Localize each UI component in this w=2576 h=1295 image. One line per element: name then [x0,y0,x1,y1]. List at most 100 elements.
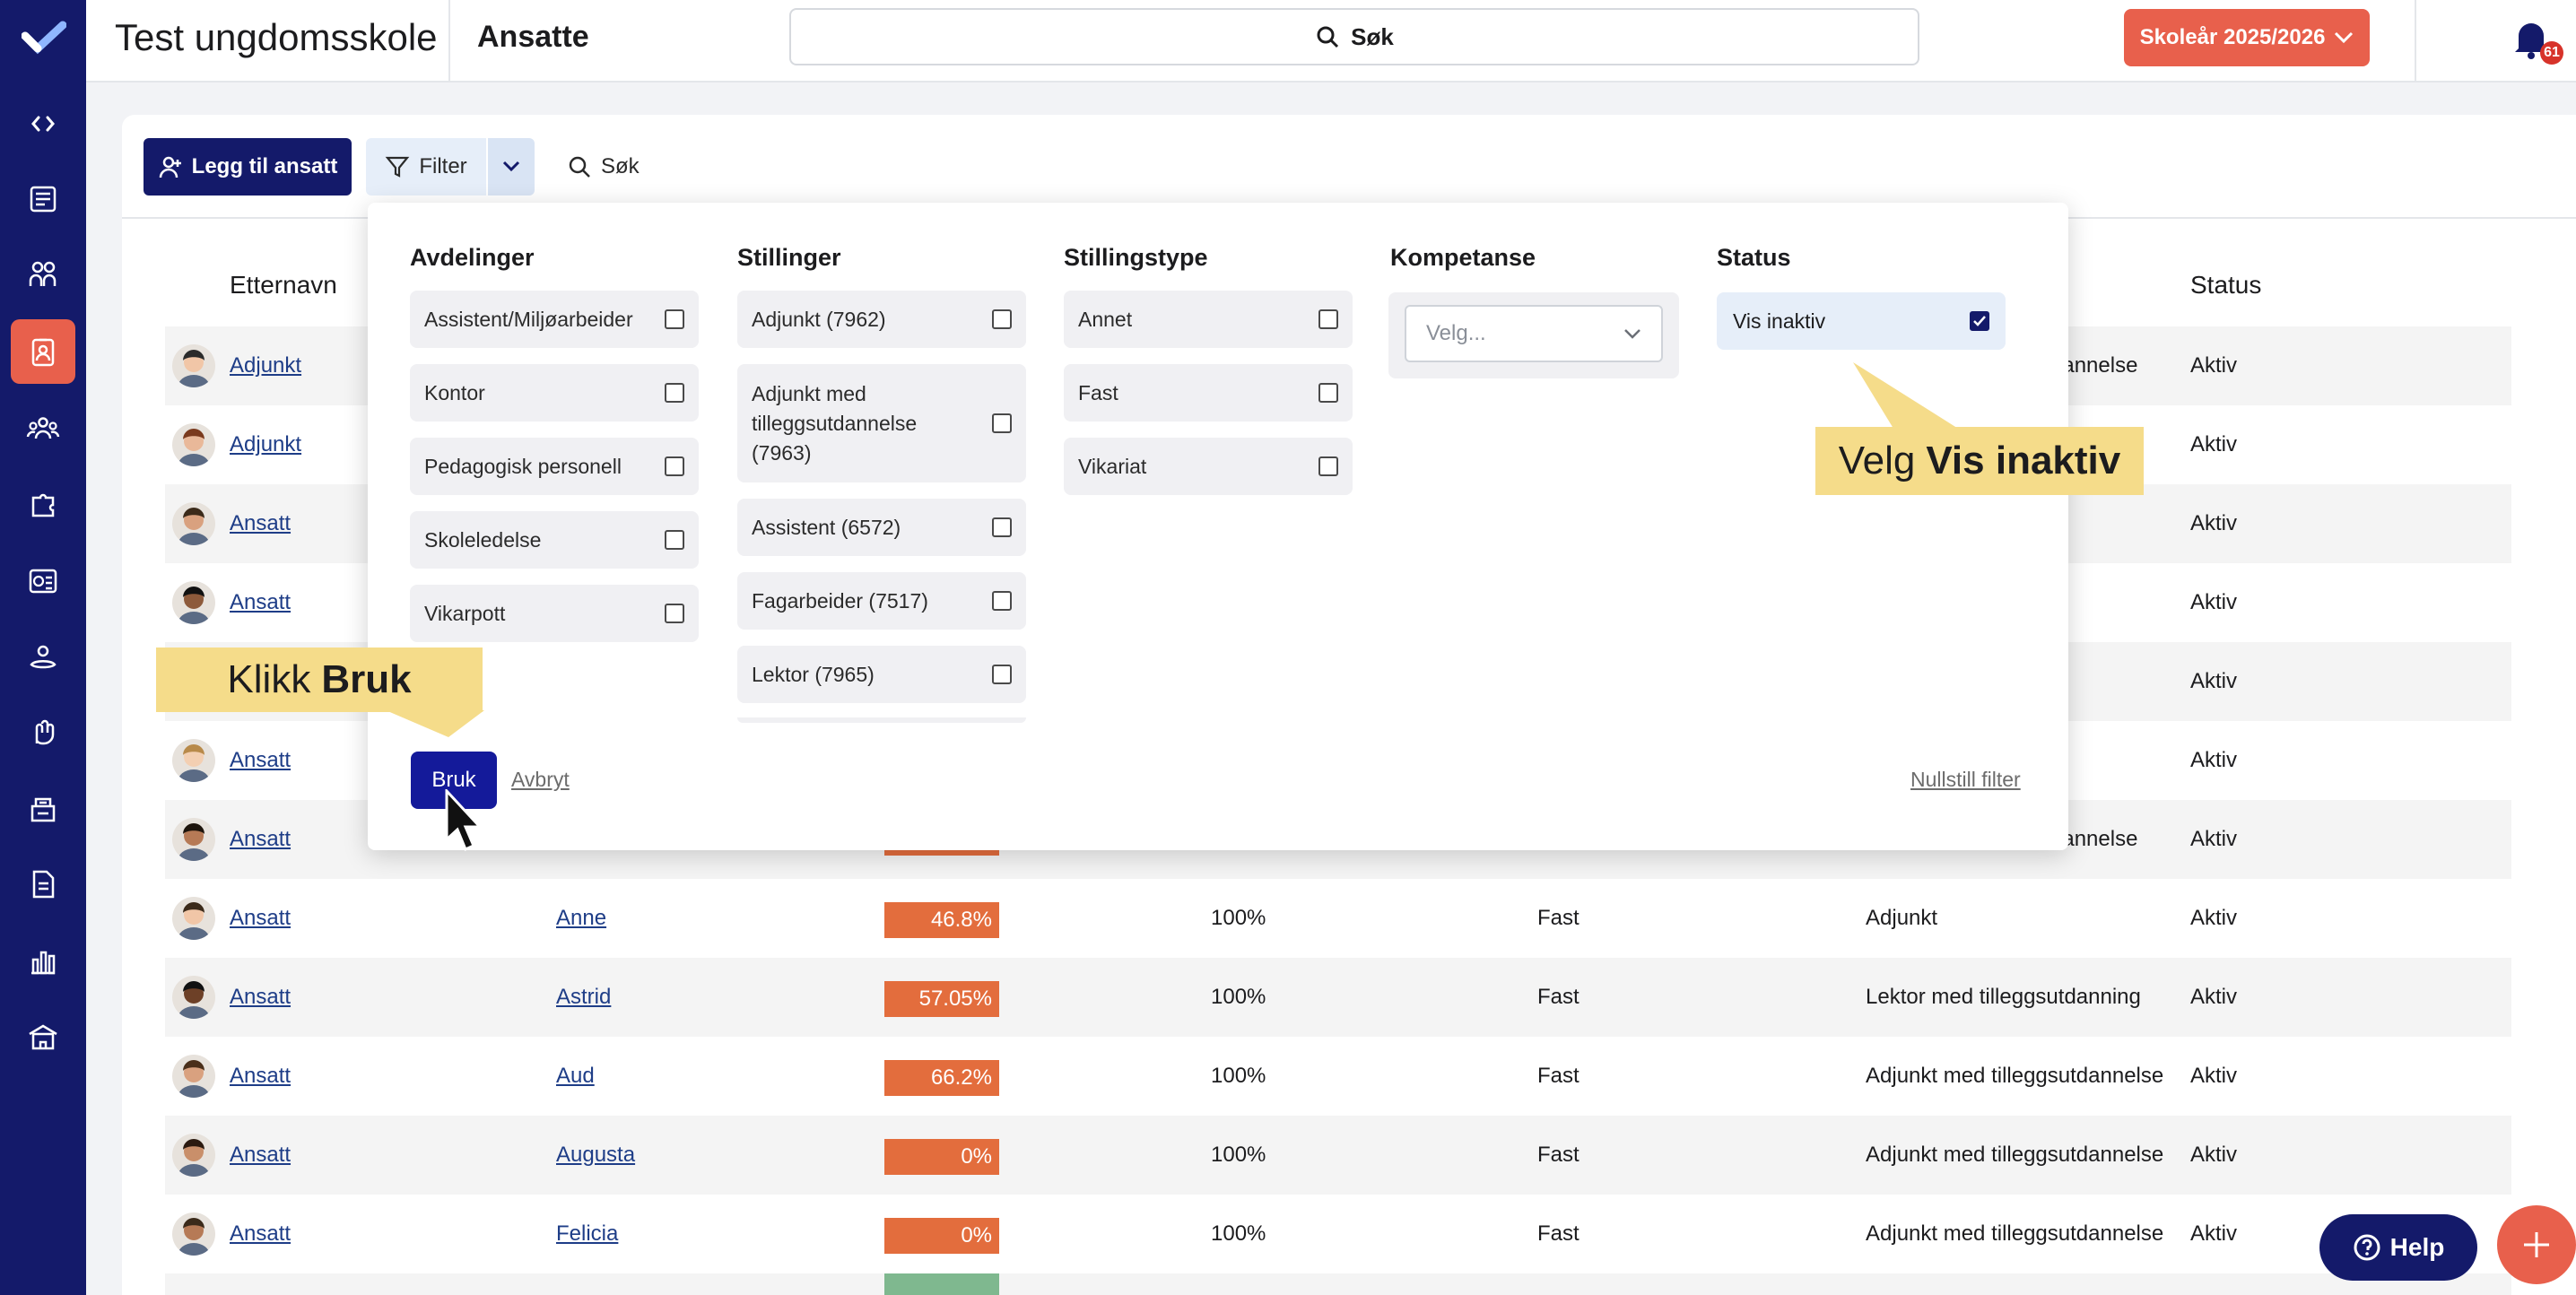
checkbox-checked[interactable] [1970,311,1989,331]
competence: Lektor med tilleggsutdanning [1866,985,2141,1009]
lastname-link[interactable]: Ansatt [230,511,291,536]
filter-option-label: Lektor (7965) [752,662,875,686]
column-header-status[interactable]: Status [2190,271,2261,300]
tooltip-bold: Bruk [321,657,412,701]
column-header-lastname[interactable]: Etternavn [230,271,337,300]
workload-bar: 0% [884,1139,999,1175]
school-year-label: Skoleår 2025/2026 [2139,25,2326,49]
lastname-link[interactable]: Ansatt [230,1143,291,1168]
checkbox[interactable] [665,530,684,550]
checkbox[interactable] [992,413,1012,433]
lastname-link[interactable]: Ansatt [230,1064,291,1089]
table-row[interactable]: Ansatt Aud 66.2% 100% Fast Adjunkt med tilleg… [165,1037,2511,1116]
schedule-icon[interactable] [11,549,75,613]
reset-filter-link[interactable]: Nullstill filter [1910,768,2021,792]
groups-icon[interactable] [11,396,75,461]
filter-option-stillingstype[interactable]: Annet [1064,291,1353,348]
bar-chart-icon[interactable] [11,929,75,994]
filter-button[interactable]: Filter [366,138,486,196]
filter-option-stillingstype[interactable]: Vikariat [1064,438,1353,495]
employee-avatar [172,897,215,940]
lastname-link[interactable]: Ansatt [230,985,291,1010]
table-row[interactable] [165,1273,2511,1295]
competence: Adjunkt med tilleggsutdannelse [1866,1221,2164,1246]
lastname-link[interactable]: Ansatt [230,827,291,852]
firstname-link[interactable]: Felicia [556,1221,618,1247]
cancel-link[interactable]: Avbryt [511,768,570,792]
employee-avatar [172,976,215,1019]
filter-option-label: Adjunkt med tilleggsutdannelse (7963) [752,381,918,465]
filter-option-avdeling[interactable]: Pedagogisk personell [410,438,699,495]
lastname-link[interactable]: Ansatt [230,1221,291,1247]
firstname-link[interactable]: Astrid [556,985,611,1010]
table-row[interactable]: Ansatt Astrid 57.05% 100% Fast Lektor med til… [165,958,2511,1037]
kompetanse-placeholder: Velg... [1426,321,1486,345]
global-search-input[interactable]: Søk [789,8,1919,65]
employee-badge-icon[interactable] [11,319,75,384]
lastname-link[interactable]: Adjunkt [230,353,301,378]
tooltip-bruk: Klikk Bruk [156,648,483,712]
checkbox[interactable] [665,383,684,403]
add-employee-button[interactable]: Legg til ansatt [144,138,352,196]
employment-type: Fast [1537,1143,1580,1167]
checkbox[interactable] [992,665,1012,684]
workload-bar: 46.8% [884,902,999,938]
filter-option-vis-inaktiv[interactable]: Vis inaktiv [1717,292,2006,350]
tooltip-prefix: Klikk [227,657,311,701]
checkbox[interactable] [1318,456,1338,476]
lastname-link[interactable]: Adjunkt [230,432,301,457]
checkbox[interactable] [992,591,1012,611]
filter-option-avdeling[interactable]: Assistent/Miljøarbeider [410,291,699,348]
lastname-link[interactable]: Ansatt [230,748,291,773]
filter-option-stilling[interactable]: Assistent (6572) [737,499,1026,556]
kompetanse-select[interactable]: Velg... [1405,305,1663,362]
person-location-icon[interactable] [11,624,75,689]
filter-dropdown-toggle[interactable] [488,138,535,196]
status-text: Aktiv [2190,827,2238,851]
filter-option-stilling[interactable]: Adjunkt (7962) [737,291,1026,348]
app-logo-icon[interactable] [22,20,66,56]
employee-avatar [172,423,215,466]
top-bar: Test ungdomsskole Ansatte Søk Skoleår 20… [86,0,2576,83]
table-row[interactable]: Ansatt Felicia 0% 100% Fast Adjunkt med tille… [165,1195,2511,1273]
help-button[interactable]: Help [2319,1214,2477,1281]
hand-raise-icon[interactable] [11,700,75,764]
checkbox[interactable] [665,456,684,476]
firstname-link[interactable]: Anne [556,906,606,931]
table-search-button[interactable]: Søk [567,138,640,196]
table-row[interactable]: Ansatt Anne 46.8% 100% Fast Adjunkt Aktiv [165,879,2511,958]
firstname-link[interactable]: Aud [556,1064,595,1089]
lastname-link[interactable]: Ansatt [230,590,291,615]
checkbox[interactable] [1318,309,1338,329]
filter-option-label: Vikarpott [424,601,506,625]
checkbox[interactable] [992,309,1012,329]
filter-option-avdeling[interactable]: Kontor [410,364,699,422]
table-row[interactable]: Ansatt Augusta 0% 100% Fast Adjunkt med tille… [165,1116,2511,1195]
school-year-button[interactable]: Skoleår 2025/2026 [2124,9,2370,66]
school-icon[interactable] [11,1004,75,1069]
building-icon[interactable] [11,777,75,841]
workload-bar [884,1273,999,1295]
filter-option-stilling[interactable]: Adjunkt med tilleggsutdannelse (7963) [737,364,1026,482]
checkbox[interactable] [665,309,684,329]
filter-option-stilling[interactable]: Fagarbeider (7517) [737,572,1026,630]
filter-title-stillinger: Stillinger [737,244,841,271]
employee-avatar [172,818,215,861]
status-text: Aktiv [2190,748,2238,772]
add-fab-button[interactable] [2497,1205,2576,1284]
checkbox[interactable] [665,604,684,623]
firstname-link[interactable]: Augusta [556,1143,635,1168]
workload-bar: 0% [884,1218,999,1254]
checkbox[interactable] [992,517,1012,537]
filter-option-stillingstype[interactable]: Fast [1064,364,1353,422]
document-icon[interactable] [11,852,75,917]
filter-option-stilling[interactable]: Lektor (7965) [737,646,1026,703]
checkbox[interactable] [1318,383,1338,403]
people-icon[interactable] [11,242,75,307]
news-icon[interactable] [11,167,75,231]
collapse-sidebar-icon[interactable] [11,91,75,156]
filter-option-avdeling[interactable]: Vikarpott [410,585,699,642]
filter-option-avdeling[interactable]: Skoleledelse [410,511,699,569]
puzzle-icon[interactable] [11,472,75,536]
lastname-link[interactable]: Ansatt [230,906,291,931]
